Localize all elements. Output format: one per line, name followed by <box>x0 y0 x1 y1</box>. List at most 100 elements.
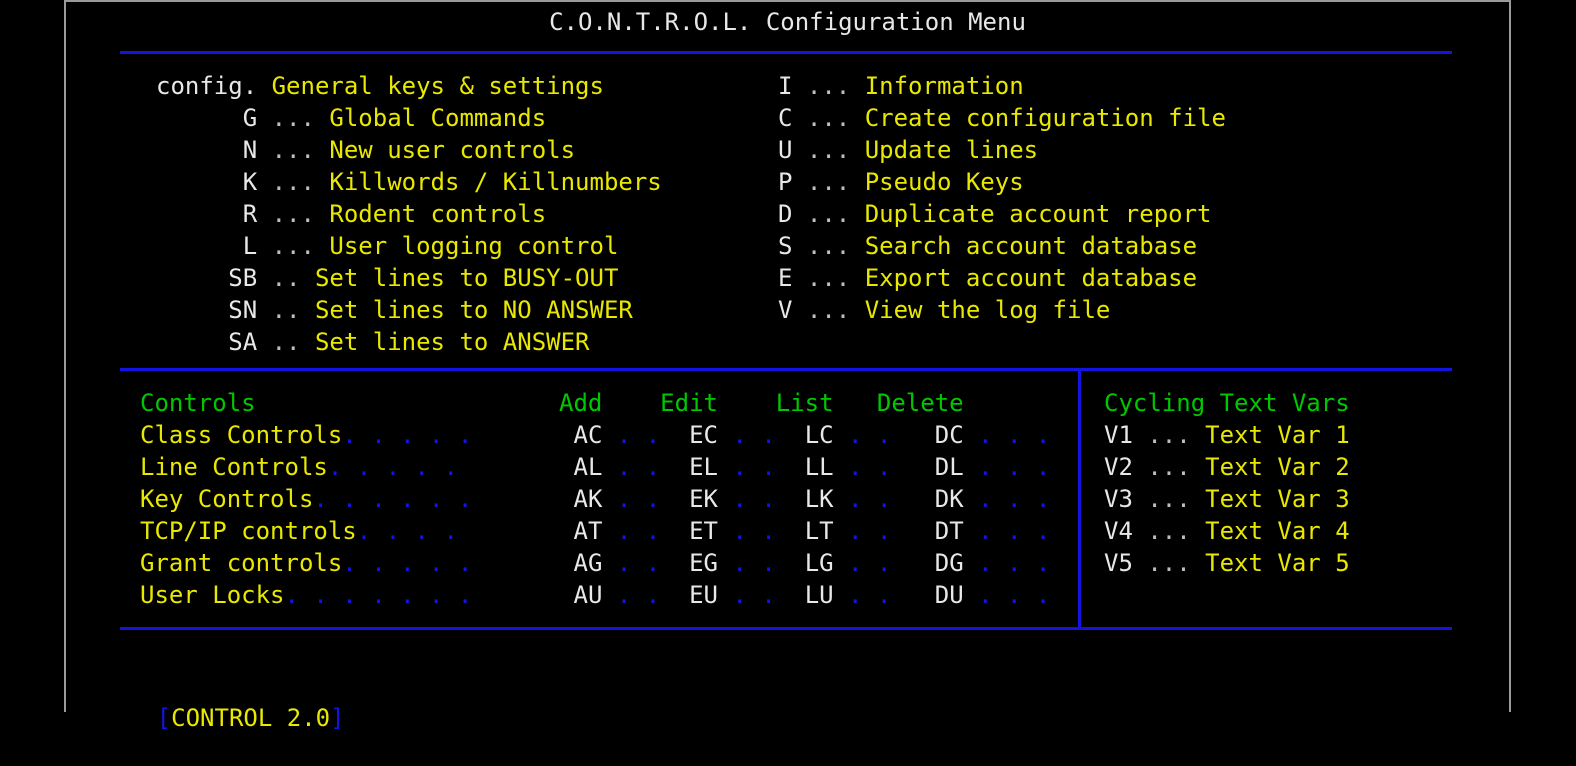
menu-right-item[interactable]: P ... Pseudo Keys <box>778 166 1024 198</box>
menu-right-label: Export account database <box>864 264 1198 292</box>
menu-right-item[interactable]: C ... Create configuration file <box>778 102 1226 134</box>
leader-dots: . . <box>833 421 906 449</box>
leader-dots: ... <box>1132 485 1206 513</box>
menu-left-leader-dots: ... <box>257 104 330 132</box>
menu-right-key: D <box>778 200 793 228</box>
cycling-var-label: Text Var 5 <box>1205 549 1350 577</box>
menu-left-key: K <box>156 168 258 196</box>
controls-table-row[interactable]: Grant controls. . . . . AG . . EG . . LG… <box>140 547 1050 579</box>
leader-dots: . . <box>602 485 675 513</box>
cycling-var-item[interactable]: V3 ... Text Var 3 <box>1104 483 1350 515</box>
leader-dots: . . . . . <box>327 453 473 481</box>
leader-dots: . . <box>602 549 675 577</box>
menu-left-label: New user controls <box>329 136 576 164</box>
menu-right-item[interactable]: D ... Duplicate account report <box>778 198 1211 230</box>
code-list: LK <box>790 485 834 513</box>
menu-right-item[interactable]: S ... Search account database <box>778 230 1197 262</box>
code-list: LL <box>790 453 834 481</box>
leader-dots: . . <box>602 421 675 449</box>
menu-right-item[interactable]: V ... View the log file <box>778 294 1110 326</box>
menu-left-leader-dots <box>257 72 271 100</box>
menu-left-item[interactable]: config. General keys & settings <box>156 70 604 102</box>
menu-right-leader-dots: ... <box>792 200 865 228</box>
menu-left-item[interactable]: G ... Global Commands <box>156 102 546 134</box>
menu-right-item[interactable]: E ... Export account database <box>778 262 1197 294</box>
bracket-close: ] <box>330 704 345 732</box>
controls-table-row[interactable]: TCP/IP controls. . . . AT . . ET . . LT … <box>140 515 1050 547</box>
leader-dots: . . . . . <box>342 421 473 449</box>
controls-table-row[interactable]: Key Controls. . . . . . AK . . EK . . LK… <box>140 483 1050 515</box>
divider-middle <box>120 368 1452 371</box>
code-delete: DK <box>905 485 964 513</box>
leader-dots: . . . <box>963 453 1051 481</box>
menu-left-leader-dots: .. <box>257 264 315 292</box>
cycling-var-item[interactable]: V4 ... Text Var 4 <box>1104 515 1350 547</box>
divider-bottom <box>120 627 1452 630</box>
menu-right-key: E <box>778 264 793 292</box>
menu-left-label: Global Commands <box>329 104 547 132</box>
cycling-var-item[interactable]: V2 ... Text Var 2 <box>1104 451 1350 483</box>
menu-left-label: Rodent controls <box>329 200 547 228</box>
menu-left-label: User logging control <box>329 232 619 260</box>
control-name: Grant controls <box>140 549 343 577</box>
code-add: AU <box>472 581 603 609</box>
menu-left-label: Set lines to ANSWER <box>314 328 590 356</box>
controls-table-row[interactable]: Line Controls. . . . . AL . . EL . . LL … <box>140 451 1050 483</box>
menu-right-leader-dots: ... <box>792 232 865 260</box>
leader-dots: . . . . . <box>342 549 473 577</box>
menu-left-leader-dots: ... <box>257 168 330 196</box>
menu-right-leader-dots: ... <box>792 168 865 196</box>
menu-right-item[interactable]: U ... Update lines <box>778 134 1038 166</box>
leader-dots: . . . <box>963 581 1051 609</box>
cycling-var-key: V2 <box>1104 453 1133 481</box>
code-list: LT <box>790 517 834 545</box>
menu-right-leader-dots: ... <box>792 72 865 100</box>
cycling-vars-header-label: Cycling Text Vars <box>1104 389 1350 417</box>
menu-left-leader-dots: .. <box>257 296 315 324</box>
code-edit: EC <box>674 421 718 449</box>
menu-left-item[interactable]: SB .. Set lines to BUSY-OUT <box>156 262 618 294</box>
menu-left-item[interactable]: L ... User logging control <box>156 230 619 262</box>
leader-dots: . . <box>718 517 791 545</box>
leader-dots: . . <box>833 581 906 609</box>
menu-right-label: View the log file <box>864 296 1111 324</box>
version-text: CONTROL 2.0 <box>171 704 331 732</box>
menu-left-label: Set lines to NO ANSWER <box>314 296 633 324</box>
code-list: LU <box>790 581 834 609</box>
menu-left-key: SA <box>156 328 258 356</box>
menu-right-item[interactable]: I ... Information <box>778 70 1024 102</box>
control-name: Line Controls <box>140 453 328 481</box>
menu-right-key: U <box>778 136 793 164</box>
controls-table-row[interactable]: Class Controls. . . . . AC . . EC . . LC… <box>140 419 1050 451</box>
code-list: LC <box>790 421 834 449</box>
cycling-var-key: V5 <box>1104 549 1133 577</box>
menu-right-label: Create configuration file <box>864 104 1226 132</box>
code-add: AT <box>472 517 603 545</box>
controls-table-row[interactable]: User Locks. . . . . . . AU . . EU . . LU… <box>140 579 1050 611</box>
leader-dots: . . <box>602 517 675 545</box>
menu-right-label: Information <box>864 72 1024 100</box>
code-edit: ET <box>674 517 718 545</box>
menu-right-key: C <box>778 104 793 132</box>
leader-dots: ... <box>1132 453 1206 481</box>
cycling-var-key: V4 <box>1104 517 1133 545</box>
menu-left-leader-dots: ... <box>257 232 330 260</box>
leader-dots: . . <box>718 581 791 609</box>
bracket-open: [ <box>156 704 172 732</box>
leader-dots: . . <box>833 485 906 513</box>
menu-left-item[interactable]: SN .. Set lines to NO ANSWER <box>156 294 633 326</box>
menu-left-item[interactable]: N ... New user controls <box>156 134 575 166</box>
menu-left-key: SB <box>156 264 258 292</box>
menu-left-item[interactable]: SA .. Set lines to ANSWER <box>156 326 590 358</box>
cycling-var-item[interactable]: V5 ... Text Var 5 <box>1104 547 1350 579</box>
menu-left-item[interactable]: R ... Rodent controls <box>156 198 546 230</box>
menu-right-label: Pseudo Keys <box>864 168 1024 196</box>
cycling-var-key: V1 <box>1104 421 1133 449</box>
menu-left-item[interactable]: K ... Killwords / Killnumbers <box>156 166 662 198</box>
code-delete: DL <box>905 453 964 481</box>
page-title: C.O.N.T.R.O.L. Configuration Menu <box>549 8 1026 36</box>
code-add: AG <box>472 549 603 577</box>
code-add: AC <box>472 421 603 449</box>
cycling-var-item[interactable]: V1 ... Text Var 1 <box>1104 419 1350 451</box>
menu-left-leader-dots: ... <box>257 200 330 228</box>
